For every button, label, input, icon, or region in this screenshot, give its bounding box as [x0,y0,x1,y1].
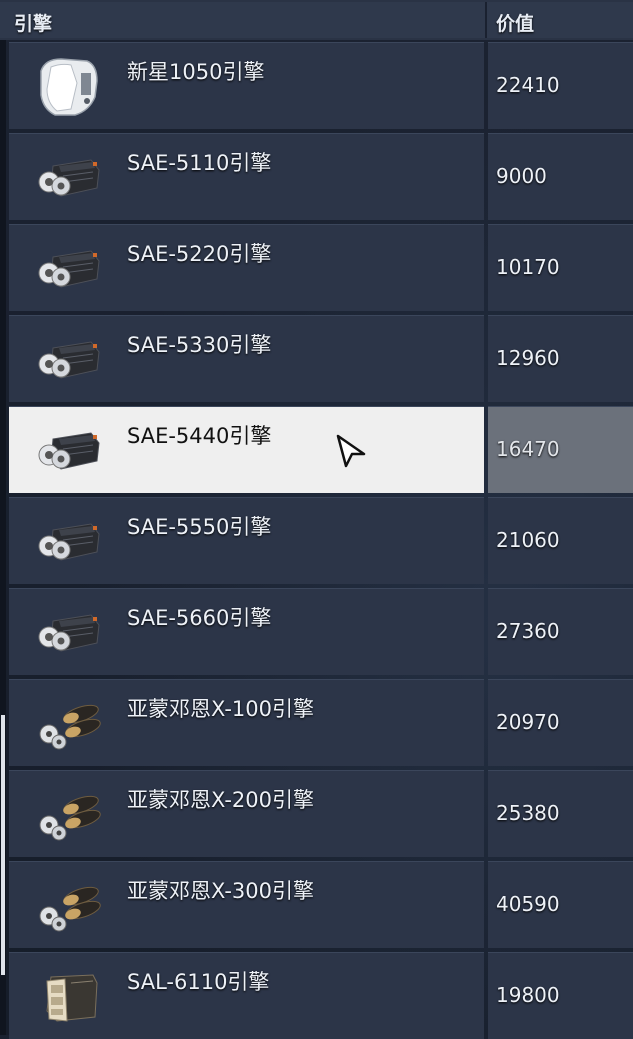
engine-name: 亚蒙邓恩X-300引擎 [127,879,314,903]
engine-value: 27360 [496,619,560,643]
engine-row[interactable]: SAL-6110引擎 19800 [9,952,633,1039]
engine-name-cell[interactable]: 新星1050引擎 [9,42,484,129]
engine-value: 25380 [496,801,560,825]
engine-name-cell[interactable]: SAE-5550引擎 [9,497,484,584]
engine-row[interactable]: SAE-5660引擎 27360 [9,588,633,675]
sae-engine-icon [31,235,107,301]
engine-name: SAE-5330引擎 [127,333,272,357]
engine-name-cell[interactable]: SAE-5440引擎 [9,406,484,493]
engine-value-cell[interactable]: 25380 [488,770,633,857]
yamondun-engine-icon [31,690,107,756]
column-header-engine[interactable]: 引擎 [0,2,487,38]
engine-name: 新星1050引擎 [127,60,265,84]
engine-value: 10170 [496,255,560,279]
engine-name: 亚蒙邓恩X-200引擎 [127,788,314,812]
sae-engine-icon [31,599,107,665]
engine-name-cell[interactable]: SAL-6110引擎 [9,952,484,1039]
engine-name: SAE-5440引擎 [127,424,272,448]
engine-value: 16470 [496,437,560,461]
engine-name-cell[interactable]: SAE-5220引擎 [9,224,484,311]
engine-row[interactable]: SAE-5440引擎 16470 [9,406,633,493]
engine-name: SAE-5220引擎 [127,242,272,266]
sae-engine-icon [31,326,107,392]
engine-name-cell[interactable]: SAE-5330引擎 [9,315,484,402]
engine-name: 亚蒙邓恩X-100引擎 [127,697,314,721]
engine-value-cell[interactable]: 19800 [488,952,633,1039]
engine-value: 22410 [496,73,560,97]
engine-name: SAE-5550引擎 [127,515,272,539]
engine-value: 19800 [496,983,560,1007]
yamondun-engine-icon [31,872,107,938]
engine-name-cell[interactable]: 亚蒙邓恩X-200引擎 [9,770,484,857]
scrollbar[interactable] [0,40,6,1035]
engine-name: SAL-6110引擎 [127,970,270,994]
sae-engine-icon [31,508,107,574]
engine-row[interactable]: SAE-5550引擎 21060 [9,497,633,584]
sae-engine-icon [31,417,107,483]
engine-value-cell[interactable]: 40590 [488,861,633,948]
engine-name: SAE-5110引擎 [127,151,272,175]
sal-engine-icon [31,963,107,1029]
sae-engine-icon [31,144,107,210]
engine-value-cell[interactable]: 22410 [488,42,633,129]
engine-value-cell[interactable]: 27360 [488,588,633,675]
engine-name-cell[interactable]: 亚蒙邓恩X-300引擎 [9,861,484,948]
engine-value: 20970 [496,710,560,734]
engine-row[interactable]: 新星1050引擎 22410 [9,42,633,129]
engine-value-cell[interactable]: 9000 [488,133,633,220]
mouse-cursor-icon [336,434,366,468]
engine-row[interactable]: 亚蒙邓恩X-300引擎 40590 [9,861,633,948]
engine-value-cell[interactable]: 12960 [488,315,633,402]
engine-value: 21060 [496,528,560,552]
engine-name: SAE-5660引擎 [127,606,272,630]
engine-value-cell[interactable]: 10170 [488,224,633,311]
engine-row[interactable]: SAE-5330引擎 12960 [9,315,633,402]
engine-value-cell[interactable]: 20970 [488,679,633,766]
engine-name-cell[interactable]: SAE-5110引擎 [9,133,484,220]
column-header-value-label: 价值 [496,13,535,35]
engine-value: 9000 [496,164,547,188]
engine-row[interactable]: SAE-5110引擎 9000 [9,133,633,220]
engine-name-cell[interactable]: 亚蒙邓恩X-100引擎 [9,679,484,766]
engine-row[interactable]: 亚蒙邓恩X-200引擎 25380 [9,770,633,857]
yamondun-engine-icon [31,781,107,847]
engine-value-cell[interactable]: 21060 [488,497,633,584]
engine-name-cell[interactable]: SAE-5660引擎 [9,588,484,675]
engine-value: 40590 [496,892,560,916]
nova-engine-icon [31,53,107,119]
column-header-value[interactable]: 价值 [487,2,633,38]
table-header: 引擎 价值 [0,0,633,40]
scrollbar-thumb[interactable] [1,715,5,975]
engine-value-cell[interactable]: 16470 [488,406,633,493]
column-header-engine-label: 引擎 [14,13,53,35]
engine-row[interactable]: 亚蒙邓恩X-100引擎 20970 [9,679,633,766]
engine-row[interactable]: SAE-5220引擎 10170 [9,224,633,311]
engine-value: 12960 [496,346,560,370]
